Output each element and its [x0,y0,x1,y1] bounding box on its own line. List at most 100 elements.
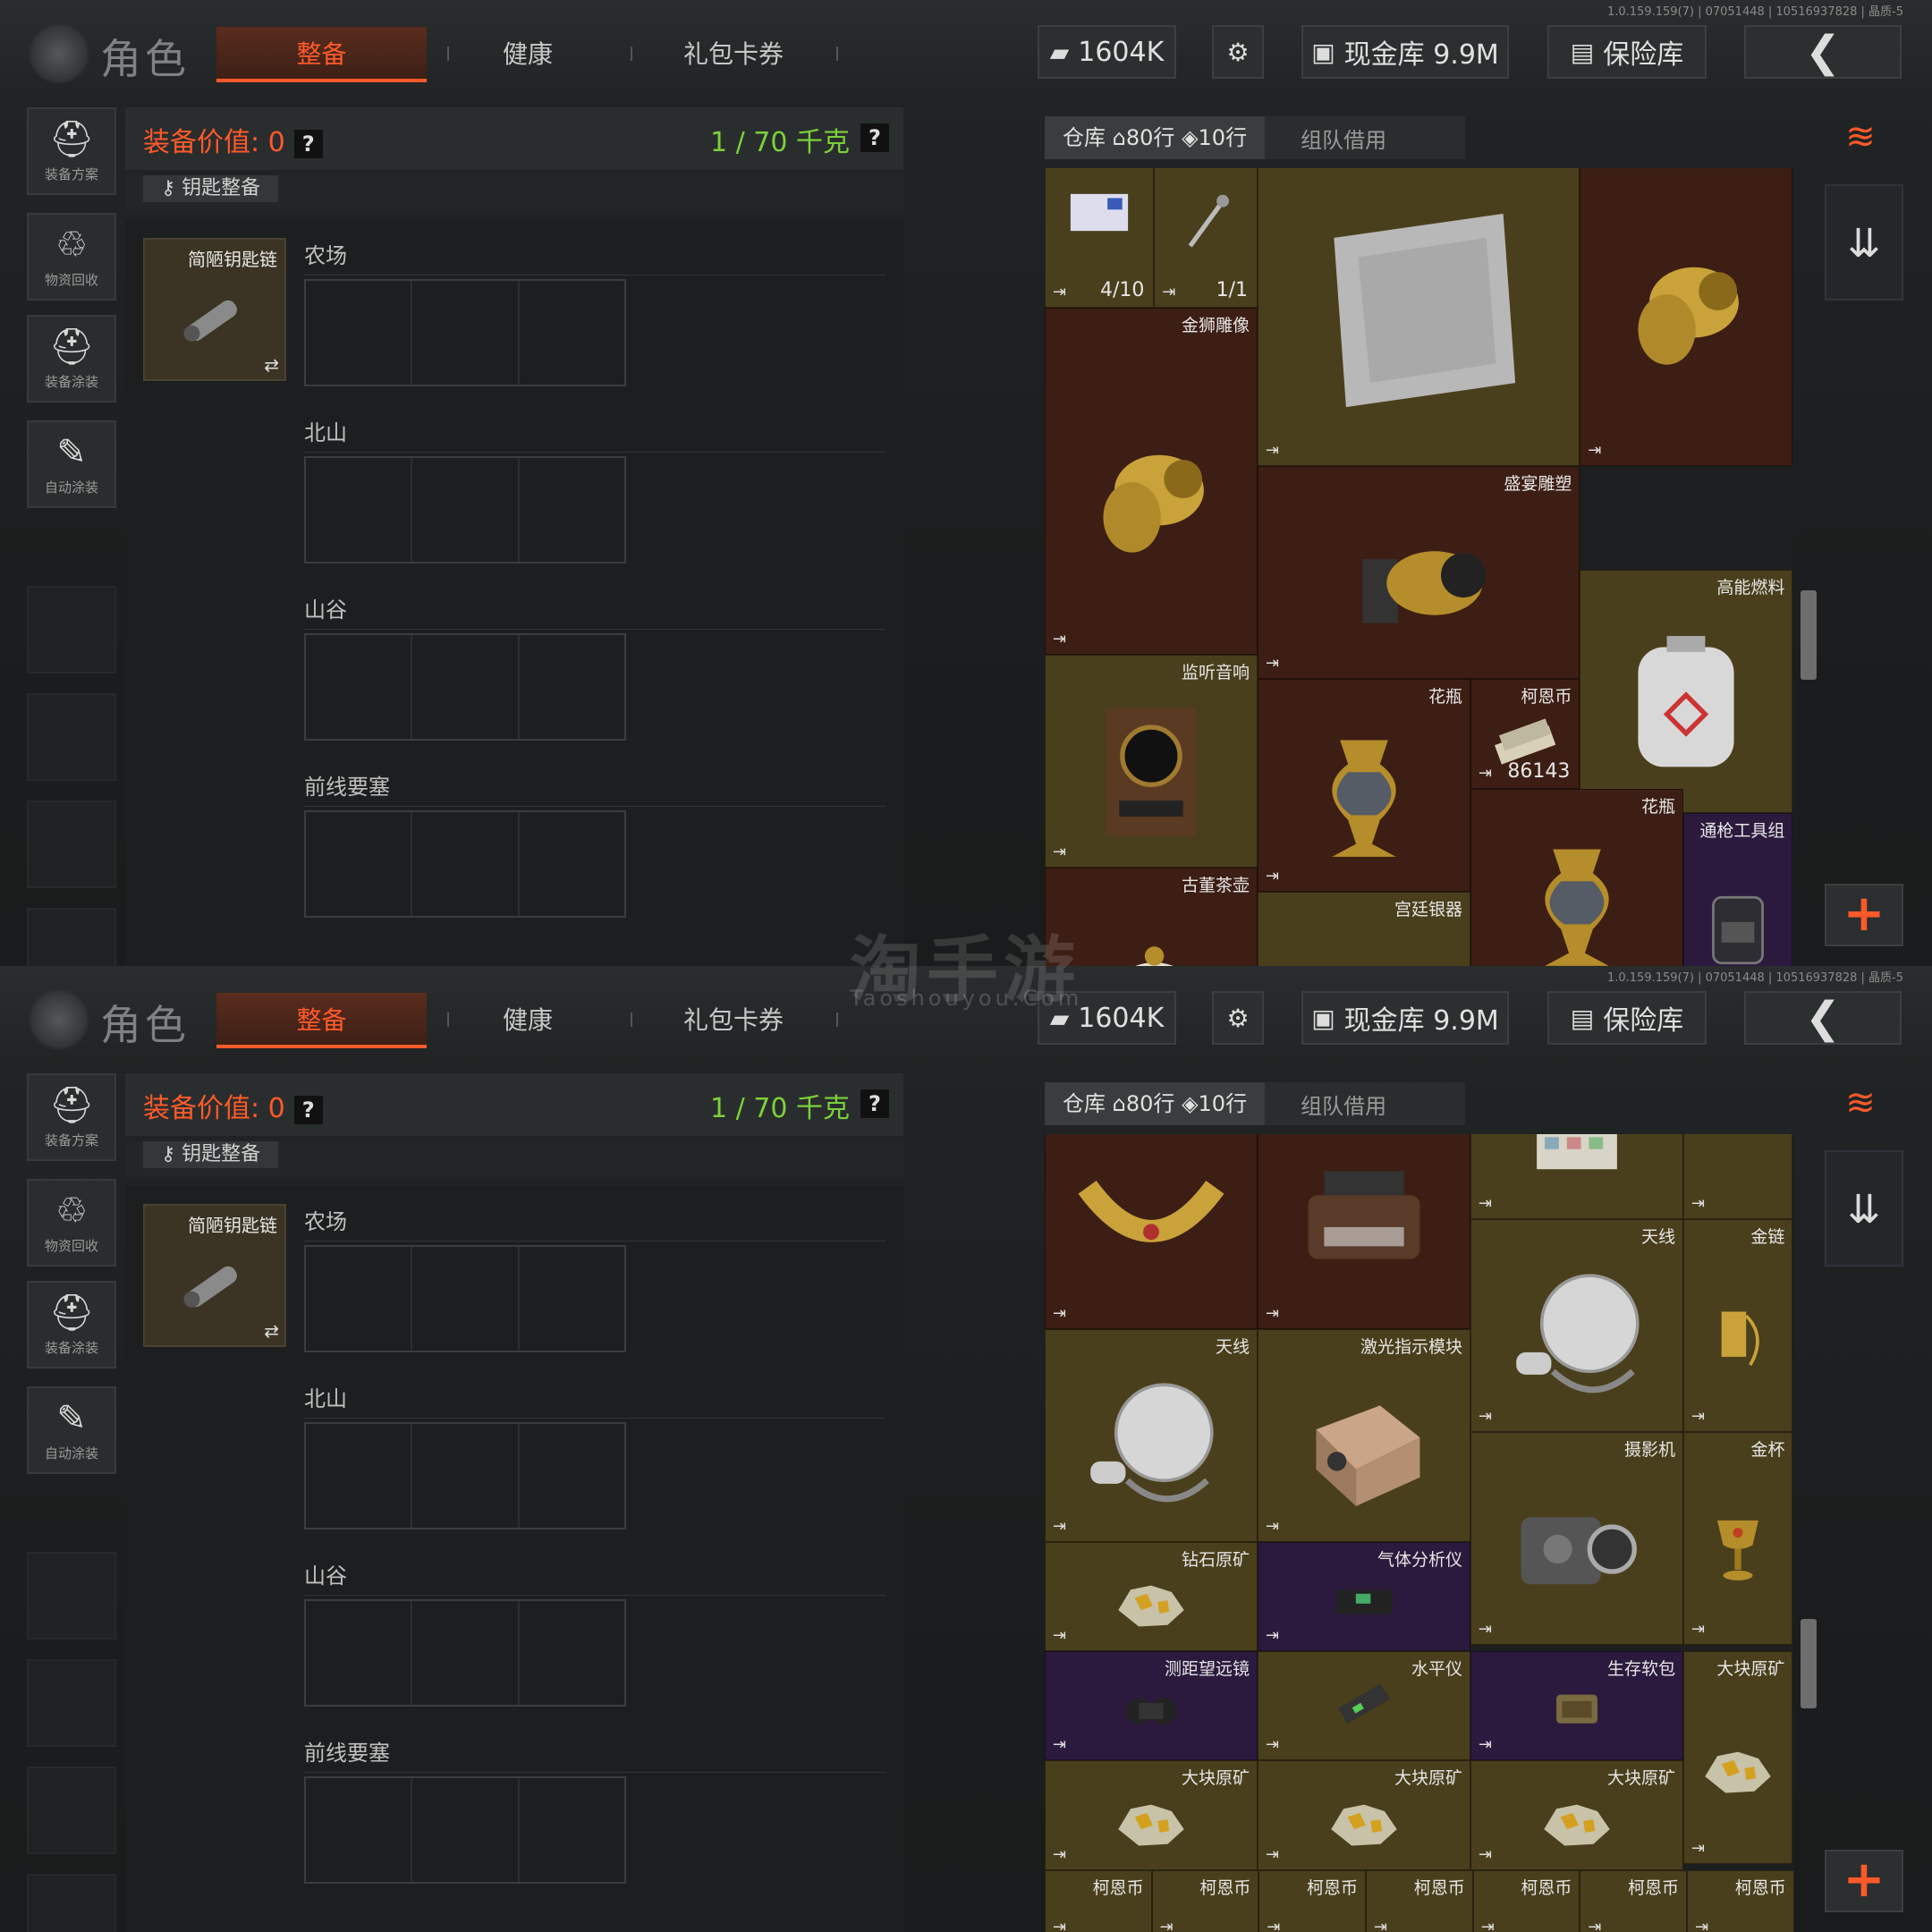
storage-item[interactable]: 花瓶⇥ [1470,788,1683,966]
tab-health[interactable]: 健康 [483,27,572,82]
tab-equipment[interactable]: 整备 [216,27,427,82]
storage-item[interactable]: 1/1 ⇥ [1154,168,1258,309]
safe-button[interactable]: ▤ 保险库 [1547,25,1707,79]
key-slot-group[interactable] [304,1599,626,1707]
sidebar-item-paint[interactable]: ⛑ 装备涂装 [27,1281,116,1368]
storage-item[interactable]: 柯恩币 86143 ⇥ [1470,679,1580,789]
key-slot-group[interactable] [304,633,626,741]
sidebar-item-loadout[interactable]: ⛑ 装备方案 [27,1073,116,1161]
tab-team-borrow[interactable]: 组队借用 [1265,123,1422,154]
key-slot-group[interactable] [304,279,626,386]
sidebar-item-paint[interactable]: ⛑ 装备涂装 [27,315,116,402]
tab-health[interactable]: 健康 [483,993,572,1048]
storage-item[interactable]: 生存软包 ⇥ [1470,1651,1683,1761]
storage-item[interactable]: 大块原矿 ⇥ [1470,1760,1683,1870]
storage-item[interactable]: ⇥ [1470,1134,1683,1220]
storage-item[interactable]: 测距望远镜 ⇥ [1045,1651,1258,1761]
tab-gift-coupons[interactable]: 礼包卡券 [666,993,801,1048]
key-slot[interactable] [306,812,413,916]
storage-item[interactable]: 大块原矿 ⇥ [1258,1760,1470,1870]
key-slot-group[interactable] [304,1422,626,1530]
storage-item[interactable]: 柯恩币 ⇥ [1580,1869,1688,1932]
key-slot[interactable] [306,635,413,739]
key-slot[interactable] [520,458,624,562]
storage-item[interactable]: 柯恩币 ⇥ [1045,1869,1152,1932]
storage-item[interactable]: 柯恩币 ⇥ [1366,1869,1473,1932]
key-slot[interactable] [306,1424,413,1528]
storage-item[interactable]: ⇥ [1258,168,1580,467]
storage-item[interactable]: 金杯 ⇥ [1683,1432,1793,1646]
help-button[interactable]: ? [293,130,323,158]
storage-item[interactable]: 柯恩币 ⇥ [1151,1869,1259,1932]
key-slot[interactable] [306,1601,413,1705]
storage-item[interactable]: 盛宴雕塑 ⇥ [1258,466,1580,680]
tab-storage[interactable]: 仓库 ⌂80行 ◈10行 [1045,116,1266,159]
storage-item[interactable]: ⇥ [1580,168,1793,467]
key-slot-group[interactable] [304,1245,626,1352]
tab-team-borrow[interactable]: 组队借用 [1265,1089,1422,1120]
storage-item[interactable]: 高能燃料⇥ [1580,569,1793,813]
key-slot[interactable] [306,1247,413,1351]
storage-item[interactable]: 宫廷银器⇥ [1258,892,1470,966]
key-slot-group[interactable] [304,1776,626,1884]
key-slot[interactable] [520,635,624,739]
storage-item[interactable]: 通枪工具组⇥ [1683,812,1793,966]
sidebar-item-recycle[interactable]: ♲ 物资回收 [27,213,116,301]
storage-scrollbar[interactable] [1801,590,1817,680]
key-slot[interactable] [520,1601,624,1705]
storage-item[interactable]: 气体分析仪 ⇥ [1258,1541,1470,1651]
tab-equipment[interactable]: 整备 [216,993,427,1048]
key-slot-group[interactable] [304,456,626,564]
sidebar-item-auto-paint[interactable]: ✎ 自动涂装 [27,1386,116,1474]
sidebar-item-auto-paint[interactable]: ✎ 自动涂装 [27,420,116,508]
key-slot[interactable] [412,812,520,916]
key-slot[interactable] [412,458,520,562]
sort-stack-icon[interactable]: ≋ [1834,116,1887,161]
storage-item[interactable]: 钻石原矿 ⇥ [1045,1541,1258,1651]
key-slot[interactable] [520,1778,624,1882]
storage-item[interactable]: 水平仪 ⇥ [1258,1651,1470,1761]
tab-storage[interactable]: 仓库 ⌂80行 ◈10行 [1045,1082,1266,1125]
expand-storage-button[interactable]: + [1825,884,1903,946]
user-settings-button[interactable]: ⚙ [1212,25,1264,79]
key-slot[interactable] [306,1778,413,1882]
storage-item[interactable]: 大块原矿 ⇥ [1683,1651,1793,1864]
swap-icon[interactable]: ⇄ [264,1320,279,1342]
storage-item[interactable]: ⇥ [1045,1134,1258,1329]
back-button[interactable]: ❮ [1744,991,1902,1045]
safe-button[interactable]: ▤ 保险库 [1547,991,1707,1045]
storage-item[interactable]: ⇥ [1258,1134,1470,1329]
tab-key-loadout[interactable]: ⚷ 钥匙整备 [143,1141,279,1168]
key-slot[interactable] [306,281,413,385]
help-button[interactable]: ? [293,1096,323,1124]
stash-transfer-button[interactable]: ⇊ [1825,184,1903,301]
key-slot[interactable] [520,812,624,916]
storage-item[interactable]: 摄影机 ⇥ [1470,1432,1683,1646]
key-slot[interactable] [520,1247,624,1351]
key-slot[interactable] [520,281,624,385]
key-slot-group[interactable] [304,810,626,918]
help-button[interactable]: ? [860,123,889,152]
storage-item[interactable]: 金链 ⇥ [1683,1219,1793,1433]
storage-scrollbar[interactable] [1801,1619,1817,1708]
key-slot[interactable] [306,458,413,562]
storage-item[interactable]: 天线 ⇥ [1045,1328,1258,1542]
back-button[interactable]: ❮ [1744,25,1902,79]
key-slot[interactable] [412,635,520,739]
tab-gift-coupons[interactable]: 礼包卡券 [666,27,801,82]
storage-item[interactable]: ⇥ [1683,1134,1793,1220]
sidebar-item-loadout[interactable]: ⛑ 装备方案 [27,107,116,195]
key-slot[interactable] [412,281,520,385]
user-settings-button[interactable]: ⚙ [1212,991,1264,1045]
key-slot[interactable] [520,1424,624,1528]
currency-display[interactable]: ▰ 1604K [1038,25,1176,79]
key-slot[interactable] [412,1424,520,1528]
key-slot[interactable] [412,1247,520,1351]
storage-item[interactable]: 金狮雕像 ⇥ [1045,308,1258,655]
storage-item[interactable]: 柯恩币 ⇥ [1687,1869,1794,1932]
storage-item[interactable]: 天线 ⇥ [1470,1219,1683,1433]
help-button[interactable]: ? [860,1089,889,1118]
storage-item[interactable]: 柯恩币 ⇥ [1472,1869,1580,1932]
stash-transfer-button[interactable]: ⇊ [1825,1150,1903,1267]
cash-vault-button[interactable]: ▣ 现金库 9.9M [1301,25,1509,79]
